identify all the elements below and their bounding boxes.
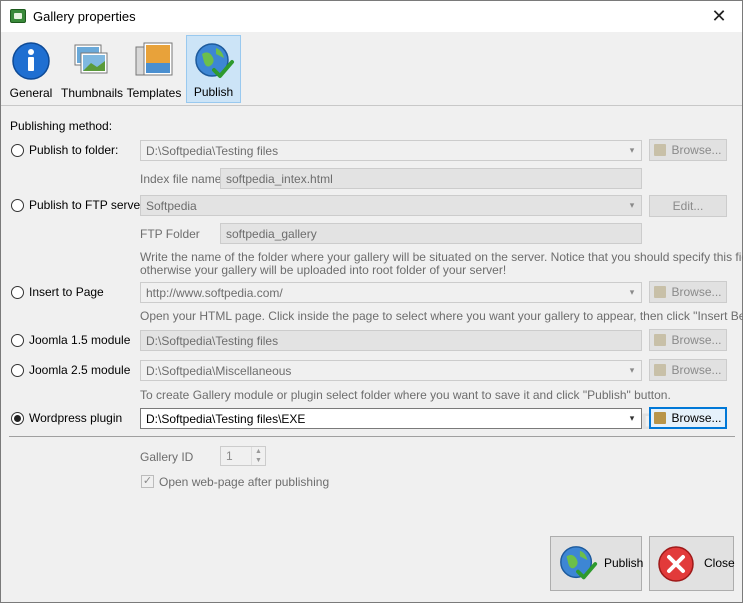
module-hint: To create Gallery module or plugin selec… [140,388,671,402]
joomla25-browse-button[interactable]: Browse... [649,359,727,381]
folder-icon [654,412,667,424]
insert-page-value: http://www.softpedia.com/ [146,286,283,300]
ftp-hint-line2: otherwise your gallery will be uploaded … [140,263,507,277]
gallery-properties-window: Gallery properties ✕ General Thumbnails [0,0,743,603]
joomla25-value: D:\Softpedia\Miscellaneous [146,364,292,378]
browse-label: Browse... [671,363,722,377]
index-file-field[interactable]: softpedia_intex.html [220,168,642,189]
wordpress-label: Wordpress plugin [29,411,123,425]
publishing-method-label: Publishing method: [10,119,113,133]
tab-bar: General Thumbnails Templates Publish [1,32,742,106]
publish-folder-label: Publish to folder: [29,143,119,157]
joomla15-value: D:\Softpedia\Testing files [146,334,279,348]
open-after-label: Open web-page after publishing [159,475,330,489]
tab-label: Publish [193,85,234,99]
spin-arrows-icon[interactable]: ▲ ▼ [251,447,265,465]
chevron-down-icon: ▾ [629,200,635,210]
radio-wordpress[interactable] [11,412,24,425]
ftp-folder-label: FTP Folder [140,227,200,241]
browse-label: Browse... [671,285,722,299]
radio-publish-folder[interactable] [11,144,24,157]
tab-templates[interactable]: Templates [126,35,182,103]
folder-icon [654,144,667,156]
tab-general[interactable]: General [7,35,55,103]
joomla15-browse-button[interactable]: Browse... [649,329,727,351]
radio-joomla15[interactable] [11,334,24,347]
ftp-server-value: Softpedia [146,199,197,213]
close-icon [658,546,694,582]
tab-publish[interactable]: Publish [186,35,241,103]
window-title: Gallery properties [33,9,136,24]
radio-publish-ftp[interactable] [11,199,24,212]
gallery-id-value: 1 [226,449,233,463]
joomla25-combo[interactable]: D:\Softpedia\Miscellaneous ▾ [140,360,642,381]
browse-label: Browse... [671,411,722,425]
info-icon [12,42,50,80]
gallery-id-label: Gallery ID [140,450,194,464]
tab-label: Templates [126,86,182,100]
index-file-label: Index file name [140,172,222,186]
open-after-checkbox[interactable]: ✓ [141,475,154,488]
joomla15-label: Joomla 1.5 module [29,333,131,347]
chevron-down-icon: ▾ [629,365,635,375]
title-bar: Gallery properties ✕ [1,1,742,32]
ftp-folder-value: softpedia_gallery [226,227,317,241]
browse-label: Browse... [671,333,722,347]
tab-label: General [9,86,53,100]
thumbnails-icon [74,44,108,74]
publish-panel: Publishing method: Publish to folder: D:… [1,106,743,602]
wordpress-combo[interactable]: D:\Softpedia\Testing files\EXE ▾ [140,408,642,429]
publish-folder-browse-button[interactable]: Browse... [649,139,727,161]
browse-label: Browse... [671,143,722,157]
folder-icon [654,286,667,298]
insert-page-label: Insert to Page [29,285,104,299]
edit-label: Edit... [672,199,704,213]
insert-page-combo[interactable]: http://www.softpedia.com/ ▾ [140,282,642,303]
page-hint: Open your HTML page. Click inside the pa… [140,309,743,323]
tab-thumbnails[interactable]: Thumbnails [61,35,124,103]
tab-label: Thumbnails [61,86,124,100]
radio-insert-page[interactable] [11,286,24,299]
publish-button-label: Publish [604,556,644,570]
close-button[interactable]: Close [649,536,735,591]
chevron-down-icon: ▾ [629,413,635,423]
ftp-hint-line1: Write the name of the folder where your … [140,250,743,264]
insert-page-browse-button[interactable]: Browse... [649,281,727,303]
ftp-server-combo[interactable]: Softpedia ▾ [140,195,642,216]
joomla15-field[interactable]: D:\Softpedia\Testing files [140,330,642,351]
close-button-label: Close [704,556,735,570]
wordpress-browse-button[interactable]: Browse... [649,407,727,429]
joomla25-label: Joomla 2.5 module [29,363,131,377]
chevron-down-icon: ▾ [629,145,635,155]
close-window-icon[interactable]: ✕ [696,1,742,32]
publish-folder-value: D:\Softpedia\Testing files [146,144,279,158]
wordpress-value: D:\Softpedia\Testing files\EXE [146,412,306,426]
publish-button[interactable]: Publish [550,536,644,591]
index-file-value: softpedia_intex.html [226,172,333,186]
chevron-down-icon: ▾ [629,287,635,297]
globe-check-icon [560,546,598,580]
globe-check-icon [194,43,234,78]
gallery-id-spinner[interactable]: 1 ▲ ▼ [220,446,266,466]
ftp-folder-field[interactable]: softpedia_gallery [220,223,642,244]
radio-joomla25[interactable] [11,364,24,377]
ftp-edit-button[interactable]: Edit... [649,195,727,217]
publish-ftp-label: Publish to FTP server [29,198,145,212]
folder-icon [654,364,667,376]
publish-folder-combo[interactable]: D:\Softpedia\Testing files ▾ [140,140,642,161]
section-divider [9,436,735,437]
templates-icon [135,42,173,76]
folder-icon [654,334,667,346]
app-icon [10,9,26,23]
